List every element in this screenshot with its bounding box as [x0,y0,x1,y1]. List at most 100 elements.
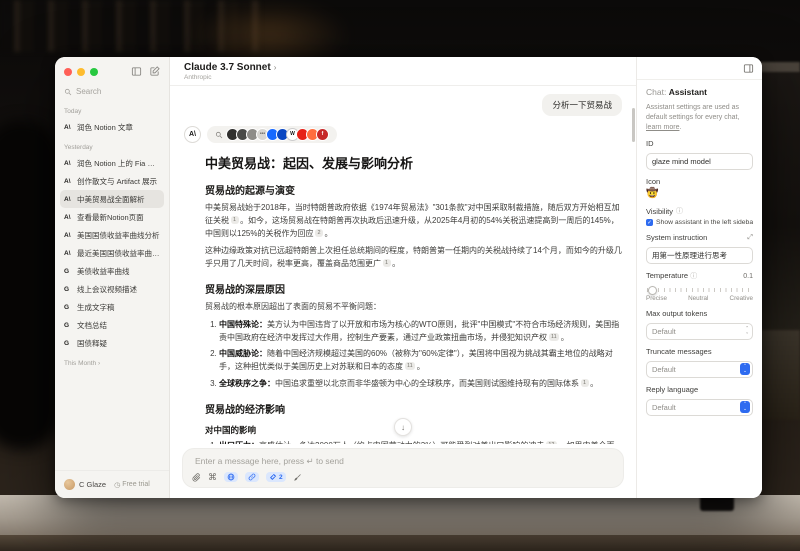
globe-icon [227,473,235,481]
gemini-icon: G [64,268,73,275]
citation-badge[interactable]: 2 [315,229,323,237]
temperature-slider-thumb[interactable] [648,286,657,295]
message-list-item: 中国威胁论：随着中国经济规模超过美国的60%（被称为"60%定律"），美国将中国… [219,348,622,374]
info-icon: ⓘ [676,206,683,216]
composer: ⌘ 2 [170,444,636,498]
hammer-icon [269,473,277,481]
settings-description: Assistant settings are used as default s… [646,103,753,132]
temperature-slider[interactable] [647,288,752,292]
claude-icon: A\ [64,124,73,131]
sidebar-item[interactable]: G美债收益率曲线 [60,262,164,280]
clear-context-icon[interactable] [293,473,302,482]
message-heading: 贸易战的起源与演变 [205,182,622,197]
checkbox-label: Show assistant in the left sidebar [656,219,753,226]
chat-scrollbar[interactable] [632,108,635,142]
sidebar-item[interactable]: A\中美贸易战全面解析 [60,190,164,208]
message-input[interactable] [193,455,613,467]
sidebar-item-label: 润色 Notion 文章 [77,122,133,133]
message-list-item: 中国特殊论：美方认为中国违背了以开放和市场为核心的WTO原则，批评"中国模式"不… [219,319,622,345]
sidebar-sections: TodayA\润色 Notion 文章YesterdayA\润色 Notion … [55,98,169,470]
toggle-sidebar-icon[interactable] [131,66,142,77]
system-instruction-field[interactable] [646,247,753,264]
plan-badge[interactable]: ◷ Free trial [114,481,150,489]
citation-badge[interactable]: 1 [581,379,589,387]
search-sources-pill[interactable]: •••Wf [207,126,337,143]
temperature-label: Temperature [646,271,688,280]
new-chat-icon[interactable] [149,66,160,77]
toggle-right-panel-icon[interactable] [743,63,754,74]
minimize-window-button[interactable] [77,68,85,76]
sidebar-item-label: 最近美国国债收益率曲线检… [77,248,160,259]
settings-title-value: Assistant [669,87,707,97]
assistant-emoji-icon[interactable]: 🤠 [646,189,753,199]
sidebar-item[interactable]: G国债释疑 [60,334,164,352]
sidebar-item[interactable]: A\查看最新Notion页面 [60,208,164,226]
citation-badge[interactable]: 1 [231,216,239,224]
checkbox-checked-icon[interactable]: ✓ [646,219,653,226]
message-heading: 贸易战的经济影响 [205,401,622,416]
tools-toggle[interactable]: 2 [266,472,286,482]
sidebar-item-label: 国债释疑 [77,338,107,349]
temperature-label-row: Temperature ⓘ 0.1 [646,271,753,281]
scroll-to-bottom-button[interactable]: ↓ [394,418,412,436]
maximize-window-button[interactable] [90,68,98,76]
link-toggle[interactable] [245,472,259,482]
assistant-id-field[interactable] [646,153,753,170]
citation-badge[interactable]: 11 [405,362,416,370]
user-avatar [64,479,75,490]
bold-term: 中国威胁论： [219,349,267,358]
model-provider: Anthropic [184,74,622,81]
message-input-box[interactable]: ⌘ 2 [182,448,624,488]
sidebar-item[interactable]: G生成文字稿 [60,298,164,316]
max-tokens-field[interactable] [646,323,753,340]
sidebar-item[interactable]: G线上会议视频描述 [60,280,164,298]
citation-badge[interactable]: 1 [383,259,391,267]
web-search-toggle[interactable] [224,472,238,482]
stepper-down-icon: ⌄ [745,331,749,336]
assistant-message-header: A\ •••Wf [184,126,622,143]
chat-messages[interactable]: 分析一下贸易战 A\ •••Wf 中美贸易战：起因、发展与影响分析贸易战的起源与… [170,86,636,444]
reply-language-select[interactable] [646,399,753,416]
sidebar-item[interactable]: A\润色 Notion 上的 Fia 文章 [60,154,164,172]
settings-description-text: Assistant settings are used as default s… [646,104,739,121]
truncate-select[interactable] [646,361,753,378]
visibility-label-text: Visibility [646,207,673,216]
model-selector[interactable]: Claude 3.7 Sonnet › [184,62,622,73]
claude-icon: A\ [64,250,73,257]
gemini-icon: G [64,322,73,329]
truncate-label: Truncate messages [646,347,753,356]
citation-badge[interactable]: 12 [546,441,557,444]
citation-badge[interactable]: 11 [549,333,560,341]
sidebar-footer[interactable]: C Glaze ◷ Free trial [55,470,169,498]
desktop-background-person [0,120,62,450]
max-tokens-field-wrap: ⌃ ⌄ [646,321,753,340]
stepper-icon[interactable]: ⌃ ⌄ [745,326,749,335]
select-stepper-icon[interactable]: ⌃ ⌄ [740,401,750,413]
search-field[interactable]: Search [64,87,160,96]
expand-icon[interactable]: ⤢ [747,234,753,242]
sidebar-item[interactable]: A\创作散文与 Artifact 展示 [60,172,164,190]
sidebar-item[interactable]: A\美国国债收益率曲线分析 [60,226,164,244]
stepper-down-icon: ⌄ [743,369,747,374]
chat-main: Claude 3.7 Sonnet › Anthropic 分析一下贸易战 A\… [170,57,636,498]
attach-icon[interactable] [192,473,201,482]
sidebar-item[interactable]: G文档总结 [60,316,164,334]
assistant-avatar: A\ [184,126,201,143]
shortcuts-icon[interactable]: ⌘ [208,473,217,482]
sidebar-section-label: Yesterday [64,144,160,151]
sidebar-item[interactable]: A\ 最近美国国债收益率曲线检… [60,244,164,262]
message-list: 中国特殊论：美方认为中国违背了以开放和市场为核心的WTO原则，批评"中国模式"不… [205,319,622,391]
visibility-label: Visibility ⓘ [646,206,753,216]
icon-label: Icon [646,177,753,186]
desktop-background-shelf [0,0,260,52]
settings-title: Chat: Assistant [646,87,753,97]
select-stepper-icon[interactable]: ⌃ ⌄ [740,363,750,375]
show-assistant-checkbox-row[interactable]: ✓ Show assistant in the left sidebar [646,219,753,226]
sidebar-section-label[interactable]: This Month › [64,360,160,367]
sidebar-item[interactable]: A\ 润色 Notion 文章 [60,118,164,136]
reply-language-label: Reply language [646,385,753,394]
close-window-button[interactable] [64,68,72,76]
plan-label: Free trial [122,481,150,488]
temperature-mark-precise: Precise [646,295,667,302]
learn-more-link[interactable]: learn more [646,124,679,131]
